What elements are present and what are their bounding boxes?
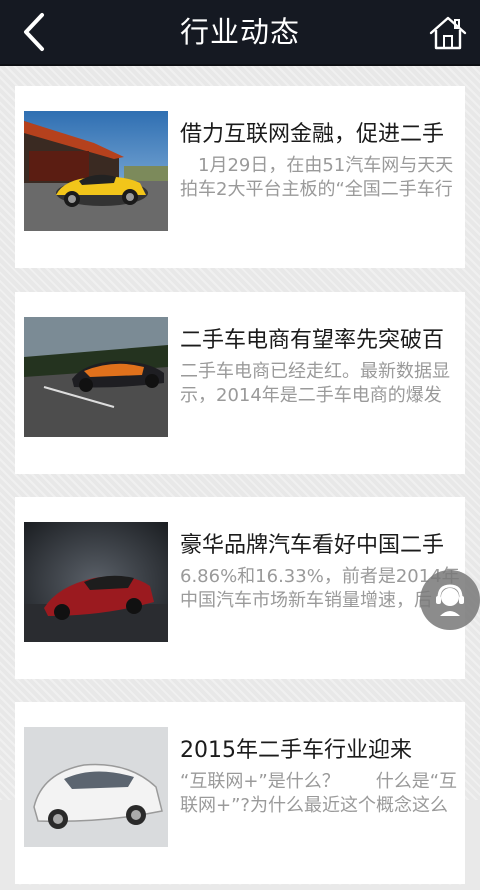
article-thumbnail: [24, 111, 168, 231]
top-navigation-bar: 行业动态: [0, 0, 480, 66]
article-thumbnail: [24, 522, 168, 642]
article-thumbnail: [24, 317, 168, 437]
home-button[interactable]: [426, 11, 470, 55]
article-title: 二手车电商有望率先突破百: [180, 328, 445, 353]
page-title: 行业动态: [179, 15, 300, 49]
customer-service-icon: [436, 584, 464, 616]
article-summary: “互联网+”是什么？ 什么是“互联网+”?为什么最近这个概念这么: [180, 771, 458, 816]
article-title: 借力互联网金融，促进二手: [180, 122, 445, 147]
article-summary: 二手车电商已经走红。最新数据显示，2014年是二手车电商的爆发: [180, 361, 450, 406]
article-summary: 6.86%和16.33%，前者是2014年中国汽车市场新车销量增速，后: [180, 566, 460, 611]
article-title: 豪华品牌汽车看好中国二手: [180, 533, 445, 558]
article-card[interactable]: 2015年二手车行业迎来 “互联网+”是什么？ 什么是“互联网+”?为什么最近这…: [15, 702, 465, 890]
article-thumbnail: [24, 727, 168, 847]
home-icon: [429, 16, 467, 50]
article-card[interactable]: 借力互联网金融，促进二手 1月29日，在由51汽车网与天天拍车2大平台主板的“全…: [15, 86, 465, 274]
article-card[interactable]: 二手车电商有望率先突破百 二手车电商已经走红。最新数据显示，2014年是二手车电…: [15, 292, 465, 480]
article-title: 2015年二手车行业迎来: [180, 738, 412, 763]
article-summary: 1月29日，在由51汽车网与天天拍车2大平台主板的“全国二手车行: [180, 155, 454, 200]
customer-service-button[interactable]: [420, 570, 480, 630]
article-card[interactable]: 豪华品牌汽车看好中国二手 6.86%和16.33%，前者是2014年中国汽车市场…: [15, 497, 465, 685]
